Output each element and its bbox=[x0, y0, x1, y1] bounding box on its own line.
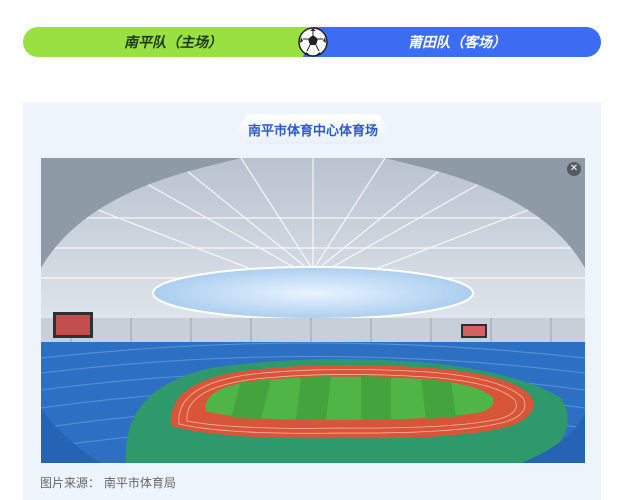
photo-caption: 图片来源： 南平市体育局 bbox=[40, 476, 176, 490]
away-team-bar: 莆田队（客场） bbox=[303, 27, 601, 57]
venue-card: 南平市体育中心体育场 ✕ 图片来源： 南平市体育局 bbox=[23, 102, 601, 500]
stadium-photo[interactable]: ✕ bbox=[41, 158, 585, 463]
stadium-interior-illustration bbox=[41, 158, 585, 463]
venue-title-tag: 南平市体育中心体育场 bbox=[238, 114, 388, 144]
soccer-ball-icon bbox=[298, 27, 328, 57]
matchup-banner: 南平队（主场） 莆田队（客场） bbox=[23, 24, 601, 60]
away-team-label: 莆田队（客场） bbox=[408, 35, 506, 51]
venue-title: 南平市体育中心体育场 bbox=[247, 123, 378, 139]
close-icon[interactable]: ✕ bbox=[567, 162, 581, 176]
home-team-bar: 南平队（主场） bbox=[23, 27, 333, 57]
home-team-label: 南平队（主场） bbox=[124, 35, 222, 51]
